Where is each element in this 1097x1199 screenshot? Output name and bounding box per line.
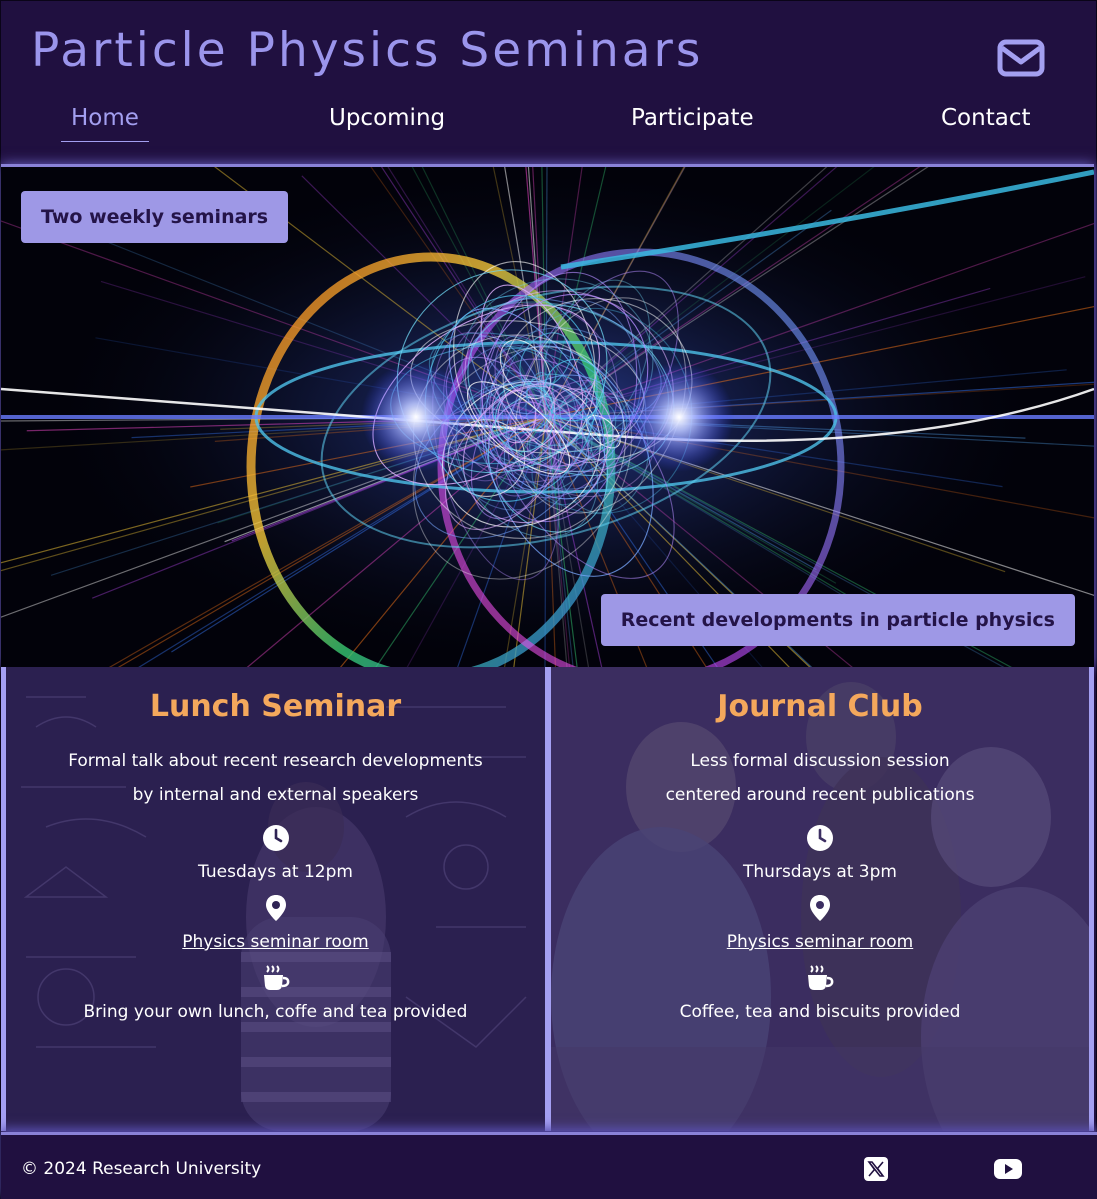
map-pin-icon [551,894,1089,926]
seminar-time: Thursdays at 3pm [743,862,897,882]
coffee-cup-icon [551,964,1089,996]
location-link[interactable]: Physics seminar room [727,932,913,952]
card-description: Formal talk about recent research develo… [6,744,545,812]
card-journal-club: Journal Club Less formal discussion sess… [546,667,1094,1131]
page: Particle Physics Seminars Home Upcoming … [0,0,1097,1199]
catering-info: Coffee, tea and biscuits provided [679,1002,961,1022]
hero-tag-top: Two weekly seminars [21,191,289,243]
catering-info: Bring your own lunch, coffe and tea prov… [83,1002,468,1022]
card-desc-line: centered around recent publications [665,785,975,805]
map-pin-icon [6,894,545,926]
nav-contact[interactable]: Contact [931,105,1040,141]
nav-home[interactable]: Home [61,105,149,142]
card-lunch-content: Lunch Seminar Formal talk about recent r… [6,667,545,1022]
site-title: Particle Physics Seminars [31,23,704,78]
card-desc-line: Formal talk about recent research develo… [68,751,483,771]
copyright-text: © 2024 Research University [21,1159,262,1179]
hero-banner: Two weekly seminars Recent developments … [1,164,1094,667]
location-link[interactable]: Physics seminar room [182,932,368,952]
youtube-icon[interactable] [993,1157,1022,1181]
envelope-icon[interactable] [997,39,1047,79]
footer: © 2024 Research University [1,1132,1097,1199]
card-description: Less formal discussion session centered … [551,744,1089,812]
card-journal-content: Journal Club Less formal discussion sess… [551,667,1089,1022]
main-nav: Home Upcoming Participate Contact [1,101,1097,151]
nav-participate[interactable]: Participate [621,105,764,141]
card-desc-line: by internal and external speakers [132,785,419,805]
card-title: Journal Club [717,689,923,724]
card-title: Lunch Seminar [149,689,402,724]
coffee-cup-icon [6,964,545,996]
hero-tag-bottom: Recent developments in particle physics [600,594,1075,646]
clock-icon [6,824,545,856]
nav-upcoming[interactable]: Upcoming [319,105,455,141]
seminar-time: Tuesdays at 12pm [198,862,353,882]
clock-icon [551,824,1089,856]
card-lunch-seminar: Lunch Seminar Formal talk about recent r… [1,667,550,1131]
seminar-cards: Lunch Seminar Formal talk about recent r… [1,667,1094,1133]
x-logo-icon[interactable] [863,1157,889,1181]
card-desc-line: Less formal discussion session [690,751,950,771]
